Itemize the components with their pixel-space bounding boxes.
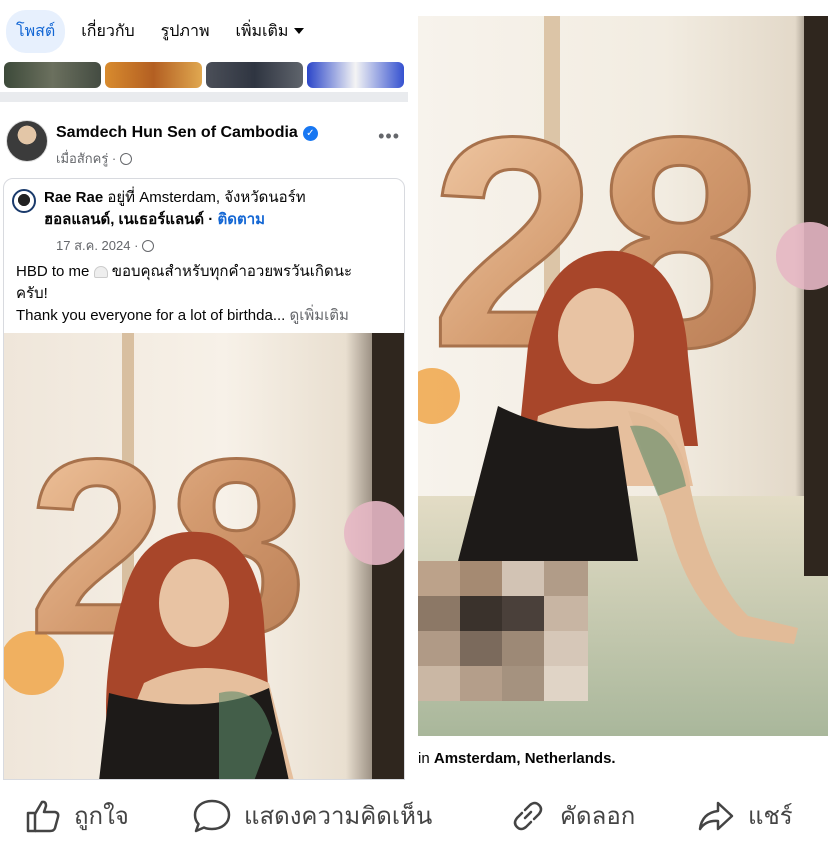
like-button[interactable]: ถูกใจ (24, 796, 129, 835)
location-text: อยู่ที่ Amsterdam, จังหวัดนอร์ท (107, 189, 306, 206)
copy-label: คัดลอก (560, 803, 636, 830)
post-time: เมื่อสักครู่ · (56, 151, 117, 166)
post-author[interactable]: Samdech Hun Sen of Cambodia ✓ (56, 124, 318, 142)
photo-caption: in Amsterdam, Netherlands. (418, 750, 616, 767)
share-arrow-icon (698, 801, 734, 830)
globe-icon (120, 152, 133, 165)
tab-about[interactable]: เกี่ยวกับ (71, 10, 144, 53)
like-label: ถูกใจ (74, 803, 129, 830)
comment-bubble-icon (193, 799, 231, 832)
avatar[interactable] (6, 120, 48, 162)
author-name: Samdech Hun Sen of Cambodia (56, 124, 298, 141)
shared-author[interactable]: Rae Rae (44, 189, 103, 206)
photo-strip (0, 62, 408, 88)
post-meta: เมื่อสักครู่ · (56, 148, 133, 169)
post-photo[interactable]: 28 (4, 333, 404, 779)
tab-label: เกี่ยวกับ (81, 22, 135, 40)
thumbnail-image[interactable] (105, 62, 202, 88)
tab-photos[interactable]: รูปภาพ (151, 10, 220, 53)
comment-label: แสดงความคิดเห็น (244, 803, 433, 830)
post-text-line: Thank you everyone for a lot of birthda.… (16, 307, 286, 324)
verified-badge-icon: ✓ (302, 125, 318, 141)
thumbnail-image[interactable] (4, 62, 101, 88)
caption-place[interactable]: Amsterdam, Netherlands. (434, 750, 616, 767)
more-dots-icon[interactable]: ••• (378, 126, 400, 147)
thumbnail-image[interactable] (206, 62, 303, 88)
link-icon (513, 801, 543, 830)
thumbs-up-icon (26, 800, 60, 832)
caret-down-icon (294, 28, 305, 34)
avatar[interactable] (12, 189, 36, 213)
post-text-line: ครับ! (16, 285, 48, 302)
tab-label: เพิ่มเติม (235, 22, 289, 40)
tab-label: โพสต์ (16, 22, 56, 40)
comment-button[interactable]: แสดงความคิดเห็น (192, 796, 432, 835)
thumbnail-image[interactable] (307, 62, 404, 88)
post-header: Samdech Hun Sen of Cambodia ✓ เมื่อสักคร… (0, 112, 408, 172)
enlarged-photo[interactable]: 28 (418, 16, 828, 736)
shared-post-meta: 17 ส.ค. 2024 · (56, 235, 155, 256)
enlarged-photo-panel: 28 in Amsterdam, Netherlands. (418, 0, 828, 780)
tab-posts[interactable]: โพสต์ (6, 9, 66, 53)
see-more-link[interactable]: ดูเพิ่มเติม (290, 307, 349, 324)
tab-more[interactable]: เพิ่มเติม (225, 10, 314, 53)
copy-link-button[interactable]: คัดลอก (508, 796, 635, 835)
globe-icon (142, 239, 155, 252)
post-date: 17 ส.ค. 2024 · (56, 238, 139, 253)
share-button[interactable]: แชร์ (696, 796, 793, 835)
location-text: ฮอลแลนด์, เนเธอร์แลนด์ · (44, 211, 214, 228)
post-text-line: ขอบคุณสำหรับทุกคำอวยพรวันเกิดนะ (111, 263, 353, 280)
post-action-bar: ถูกใจ แสดงความคิดเห็น คัดลอก แชร์ (0, 788, 828, 848)
shared-post-card[interactable]: Rae Rae อยู่ที่ Amsterdam, จังหวัดนอร์ท … (3, 178, 405, 780)
birthday-photo-image: 28 (4, 333, 404, 779)
divider (0, 92, 408, 102)
screenshot-composite: โพสต์ เกี่ยวกับ รูปภาพ เพิ่มเติม Samdech… (0, 0, 828, 848)
shared-post-title: Rae Rae อยู่ที่ Amsterdam, จังหวัดนอร์ท … (44, 187, 394, 231)
post-text-line: HBD to me (16, 263, 90, 280)
birthday-photo-image: 28 (418, 16, 828, 736)
facebook-page-panel: โพสต์ เกี่ยวกับ รูปภาพ เพิ่มเติม Samdech… (0, 0, 408, 780)
caption-prefix: in (418, 750, 430, 767)
share-label: แชร์ (748, 803, 793, 830)
page-tabs: โพสต์ เกี่ยวกับ รูปภาพ เพิ่มเติม (0, 0, 408, 62)
tab-label: รูปภาพ (160, 22, 210, 40)
follow-link[interactable]: ติดตาม (217, 211, 265, 228)
heart-icon (93, 266, 108, 279)
post-text: HBD to me ขอบคุณสำหรับทุกคำอวยพรวันเกิดน… (16, 261, 396, 327)
